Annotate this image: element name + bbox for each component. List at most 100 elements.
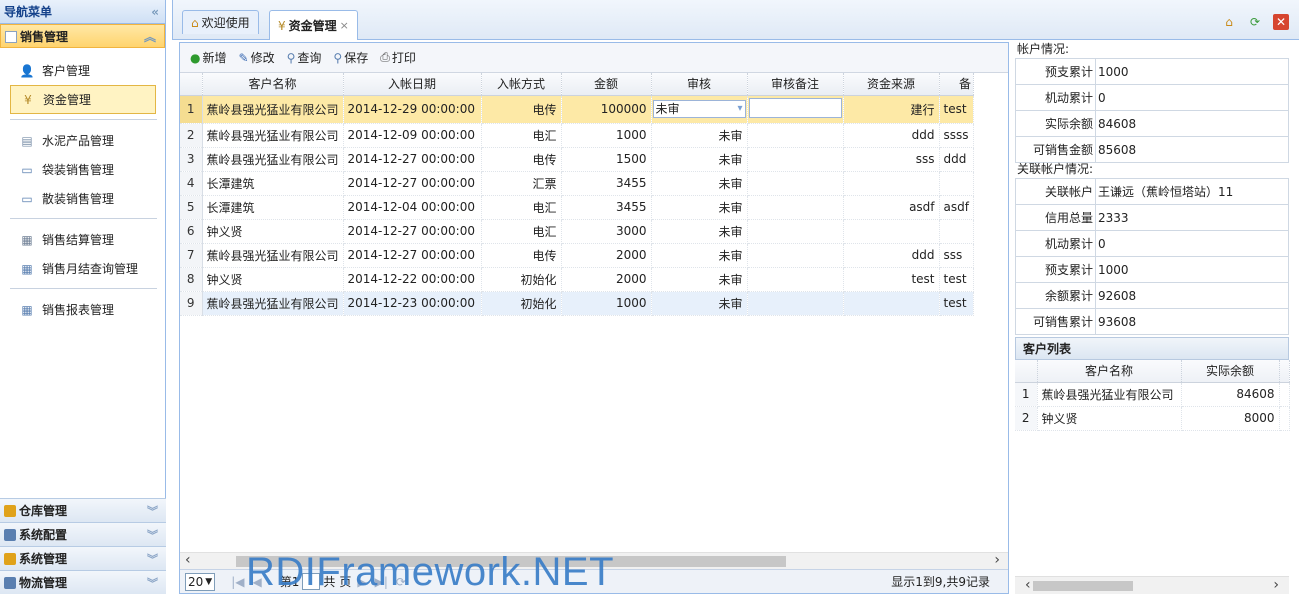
cell-date[interactable]: 2014-12-27 00:00:00 [343,219,482,244]
cell-date[interactable]: 2014-12-29 00:00:00 [343,95,482,124]
table-row[interactable]: 8 钟义贤 2014-12-22 00:00:00 初始化 2000 未审 test test [180,267,974,292]
cell-note[interactable] [747,267,844,292]
refresh-icon[interactable]: ⟳ [396,575,406,589]
sidebar-item-3[interactable]: ▤ 水泥产品管理 [10,126,156,155]
sidebar-item-8[interactable]: ▦ 销售报表管理 [10,295,156,324]
table-row[interactable]: 9 蕉岭县强光猛业有限公司 2014-12-23 00:00:00 初始化 1000 未审… [180,291,974,316]
scroll-right-icon[interactable]: › [994,552,1000,568]
cell-date[interactable]: 2014-12-27 00:00:00 [343,243,482,268]
cell-amount[interactable]: 1000 [561,291,652,316]
tab-welcome[interactable]: ⌂ 欢迎使用 [182,10,259,34]
column-header[interactable]: 资金来源 [843,73,940,96]
customer-name[interactable]: 蕉岭县强光猛业有限公司 [1037,382,1182,407]
cell-audit[interactable]: 未审 [651,195,748,220]
sidebar-item-6[interactable]: ▦ 销售结算管理 [10,225,156,254]
chevron-up-icon[interactable]: ︽ [144,28,156,45]
print-button[interactable]: ⎙ 打印 [376,47,420,69]
cell-remark[interactable]: test [939,267,974,292]
column-header[interactable]: 金额 [561,73,652,96]
cell-remark[interactable] [939,219,974,244]
cell-remark[interactable]: test [939,95,974,124]
home-icon[interactable]: ⌂ [1221,14,1237,30]
cell-method[interactable]: 电传 [481,147,562,172]
cell-audit[interactable]: 未审 [651,291,748,316]
cell-audit[interactable]: 未审 ▾ [651,95,748,124]
accordion-section-2[interactable]: 系统配置 ︾ [0,522,166,546]
cell-date[interactable]: 2014-12-09 00:00:00 [343,123,482,148]
cell-note[interactable] [747,195,844,220]
edit-button[interactable]: ✎ 修改 [235,47,279,69]
cell-note[interactable] [747,123,844,148]
cell-remark[interactable] [939,171,974,196]
cell-source[interactable]: ddd [843,123,940,148]
chevron-down-icon[interactable]: ︾ [147,503,158,519]
horizontal-scrollbar[interactable]: ‹ › [180,552,1008,569]
table-row[interactable]: 2 蕉岭县强光猛业有限公司 2014-12-09 00:00:00 电汇 1000 未审 d… [180,123,974,148]
cell-date[interactable]: 2014-12-27 00:00:00 [343,171,482,196]
chevron-down-icon[interactable]: ︾ [147,551,158,567]
cell-source[interactable]: ddd [843,243,940,268]
cell-method[interactable]: 电传 [481,243,562,268]
cell-amount[interactable]: 3000 [561,219,652,244]
sidebar-item-7[interactable]: ▦ 销售月结查询管理 [10,254,156,283]
column-header[interactable]: 审核备注 [747,73,844,96]
cell-amount[interactable]: 1000 [561,123,652,148]
cell-source[interactable] [843,171,940,196]
scroll-right-icon[interactable]: › [1273,577,1279,593]
cell-method[interactable]: 电汇 [481,123,562,148]
collapse-nav-icon[interactable]: « [151,5,159,19]
column-header[interactable]: 客户名称 [1037,360,1182,383]
cell-name[interactable]: 钟义贤 [202,267,344,292]
customer-name[interactable]: 钟义贤 [1037,406,1182,431]
cell-name[interactable]: 长潭建筑 [202,195,344,220]
sidebar-item-1[interactable]: 👤 客户管理 [10,56,156,85]
column-header[interactable]: 客户名称 [202,73,344,96]
cell-note[interactable] [747,291,844,316]
accordion-section-4[interactable]: 物流管理 ︾ [0,570,166,594]
cell-amount[interactable]: 3455 [561,171,652,196]
column-header[interactable]: 备 [939,73,974,96]
cell-note[interactable] [747,243,844,268]
column-header[interactable]: 实际余额 [1181,360,1280,383]
cell-method[interactable]: 电汇 [481,195,562,220]
cell-audit[interactable]: 未审 [651,147,748,172]
cell-remark[interactable]: asdf [939,195,974,220]
customer-row[interactable]: 1 蕉岭县强光猛业有限公司 84608 [1015,382,1290,407]
cell-note[interactable] [747,147,844,172]
cell-audit[interactable]: 未审 [651,267,748,292]
tab-close-icon[interactable]: × [340,19,349,32]
cell-amount[interactable]: 1500 [561,147,652,172]
cell-audit[interactable]: 未审 [651,219,748,244]
cell-method[interactable]: 汇票 [481,171,562,196]
cell-remark[interactable]: sss [939,243,974,268]
cell-note[interactable] [747,219,844,244]
cell-name[interactable]: 钟义贤 [202,219,344,244]
customer-row[interactable]: 2 钟义贤 8000 [1015,406,1290,431]
cell-amount[interactable]: 2000 [561,267,652,292]
cell-source[interactable]: asdf [843,195,940,220]
column-header[interactable]: 入帐方式 [481,73,562,96]
cell-note[interactable] [747,171,844,196]
table-row[interactable]: 7 蕉岭县强光猛业有限公司 2014-12-27 00:00:00 电传 2000 未审 d… [180,243,974,268]
audit-select[interactable]: 未审 ▾ [652,100,746,118]
add-button[interactable]: ● 新增 [186,47,231,69]
page-size-select[interactable]: 20 ▼ [185,572,216,591]
cell-amount[interactable]: 100000 [561,95,652,124]
cell-audit[interactable]: 未审 [651,243,748,268]
table-row[interactable]: 3 蕉岭县强光猛业有限公司 2014-12-27 00:00:00 电传 1500 未审 s… [180,147,974,172]
accordion-section-1[interactable]: 仓库管理 ︾ [0,498,166,522]
sidebar-item-5[interactable]: ▭ 散装销售管理 [10,184,156,213]
right-horizontal-scrollbar[interactable]: ‹ › [1015,576,1289,594]
cell-name[interactable]: 蕉岭县强光猛业有限公司 [202,243,344,268]
cell-name[interactable]: 蕉岭县强光猛业有限公司 [202,291,344,316]
audit-note-input[interactable] [748,97,842,118]
prev-page-icon[interactable]: ◀ [252,575,261,589]
refresh-icon[interactable]: ⟳ [1247,14,1263,30]
cell-note[interactable] [747,95,844,124]
cell-name[interactable]: 蕉岭县强光猛业有限公司 [202,123,344,148]
column-header[interactable]: 审核 [651,73,748,96]
cell-date[interactable]: 2014-12-23 00:00:00 [343,291,482,316]
cell-remark[interactable]: ddd [939,147,974,172]
cell-amount[interactable]: 2000 [561,243,652,268]
table-row[interactable]: 6 钟义贤 2014-12-27 00:00:00 电汇 3000 未审 [180,219,974,244]
